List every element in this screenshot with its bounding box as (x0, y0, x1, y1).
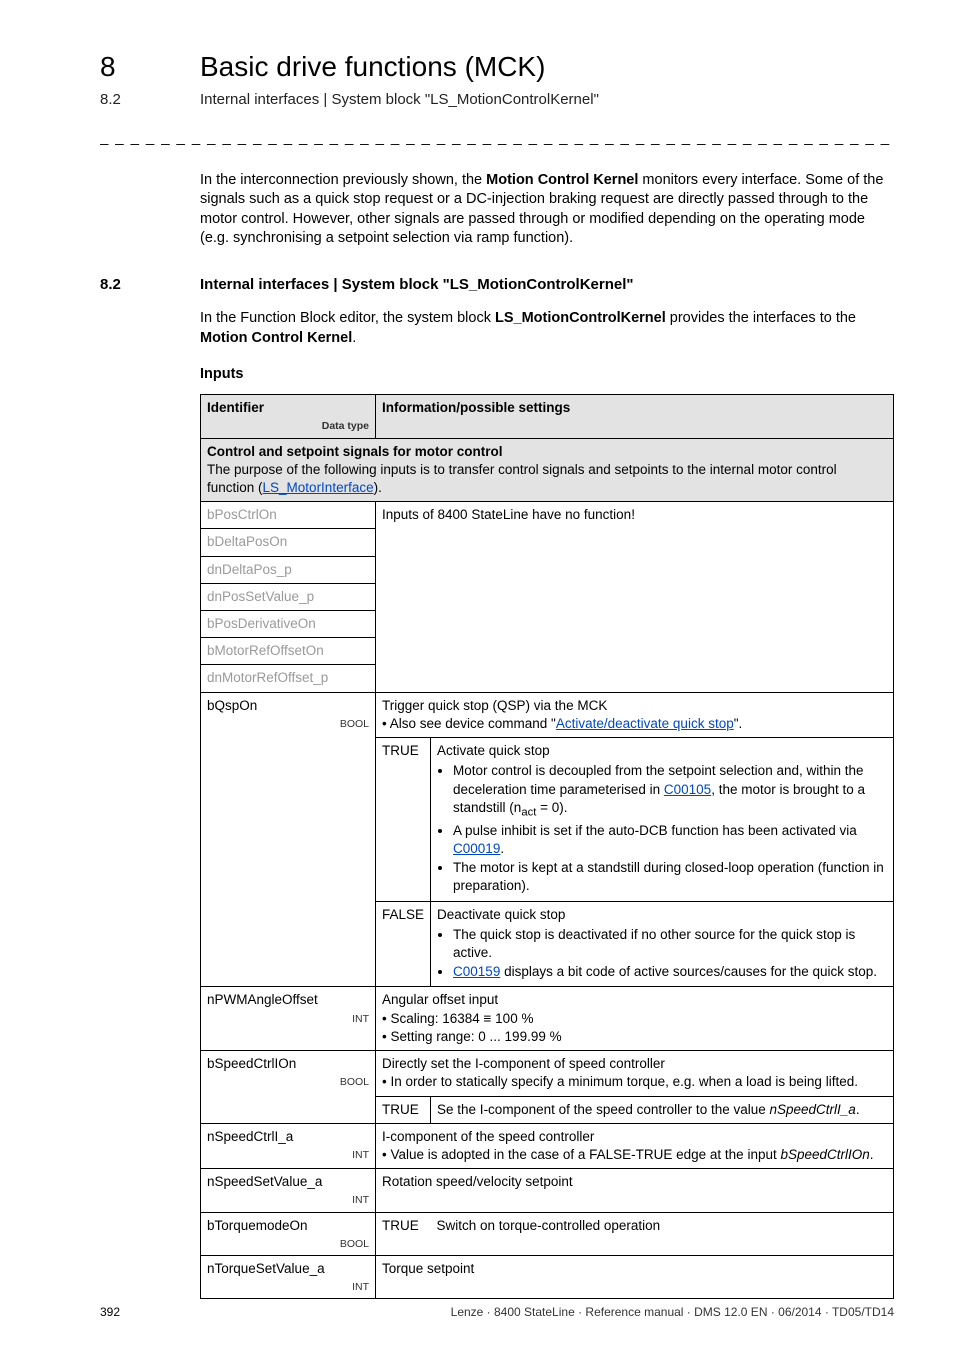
bqsp-false-label: FALSE (376, 901, 431, 987)
footer-meta: Lenze · 8400 StateLine · Reference manua… (451, 1304, 894, 1320)
btm-true-label: TRUE (376, 1212, 431, 1255)
nofunc-cell: Inputs of 8400 StateLine have no functio… (376, 502, 894, 693)
pwm-desc: Angular offset input • Scaling: 16384 ≡ … (376, 987, 894, 1051)
link-c00105[interactable]: C00105 (664, 782, 711, 797)
inputs-table: Identifier Data type Information/possibl… (200, 394, 894, 1299)
btm-true-desc: Switch on torque-controlled operation (431, 1212, 894, 1255)
page-number: 392 (100, 1304, 120, 1320)
section-title: Internal interfaces | System block "LS_M… (200, 276, 634, 293)
row-ntsv: nTorqueSetValue_a INT (201, 1255, 376, 1298)
intro-paragraph: In the interconnection previously shown,… (200, 171, 894, 249)
bqsp-false-desc: Deactivate quick stop The quick stop is … (431, 901, 894, 987)
table-row: bPosDerivativeOn (201, 611, 376, 638)
link-ls-motorinterface[interactable]: LS_MotorInterface (263, 480, 374, 495)
chapter-number: 8 (100, 48, 200, 86)
chapter-title: Basic drive functions (MCK) (200, 51, 545, 82)
row-pwm: nPWMAngleOffset INT (201, 987, 376, 1051)
section-number-small: 8.2 (100, 90, 200, 110)
bsci-true-desc: Se the I-component of the speed controll… (431, 1096, 894, 1123)
row-bsci: bSpeedCtrlIOn BOOL (201, 1051, 376, 1124)
row-bqsp: bQspOn BOOL (201, 692, 376, 987)
section-number: 8.2 (100, 275, 200, 295)
section-paragraph: In the Function Block editor, the system… (200, 309, 894, 348)
inputs-label: Inputs (200, 365, 894, 385)
link-c00159[interactable]: C00159 (453, 964, 500, 979)
table-row: bPosCtrlOn (201, 502, 376, 529)
row-nsci: nSpeedCtrlI_a INT (201, 1123, 376, 1168)
bqsp-true-desc: Activate quick stop Motor control is dec… (431, 738, 894, 901)
section-title-small: Internal interfaces | System block "LS_M… (200, 91, 599, 108)
ntsv-desc: Torque setpoint (376, 1255, 894, 1298)
row-btm: bTorquemodeOn BOOL (201, 1212, 376, 1255)
table-row: dnDeltaPos_p (201, 556, 376, 583)
table-row: bMotorRefOffsetOn (201, 638, 376, 665)
row-nssv: nSpeedSetValue_a INT (201, 1169, 376, 1212)
table-row: dnMotorRefOffset_p (201, 665, 376, 692)
dashed-rule: _ _ _ _ _ _ _ _ _ _ _ _ _ _ _ _ _ _ _ _ … (100, 128, 894, 148)
link-c00019[interactable]: C00019 (453, 841, 500, 856)
bqsp-desc: Trigger quick stop (QSP) via the MCK • A… (376, 692, 894, 737)
nsci-desc: I-component of the speed controller • Va… (376, 1123, 894, 1168)
bqsp-true-label: TRUE (376, 738, 431, 901)
bsci-true-label: TRUE (376, 1096, 431, 1123)
col-datatype: Data type (207, 419, 369, 433)
page-footer: 392 Lenze · 8400 StateLine · Reference m… (100, 1304, 894, 1320)
group-header: Control and setpoint signals for motor c… (201, 438, 894, 502)
col-info: Information/possible settings (376, 395, 894, 438)
bsci-desc: Directly set the I-component of speed co… (376, 1051, 894, 1096)
section-header-line: 8.2Internal interfaces | System block "L… (100, 90, 894, 111)
nssv-desc: Rotation speed/velocity setpoint (376, 1169, 894, 1212)
table-row: bDeltaPosOn (201, 529, 376, 556)
table-row: dnPosSetValue_p (201, 583, 376, 610)
chapter-header: 8Basic drive functions (MCK) (100, 48, 894, 86)
link-activate-qstop[interactable]: Activate/deactivate quick stop (556, 716, 734, 731)
col-identifier: Identifier Data type (201, 395, 376, 438)
section-heading: 8.2Internal interfaces | System block "L… (100, 275, 894, 296)
